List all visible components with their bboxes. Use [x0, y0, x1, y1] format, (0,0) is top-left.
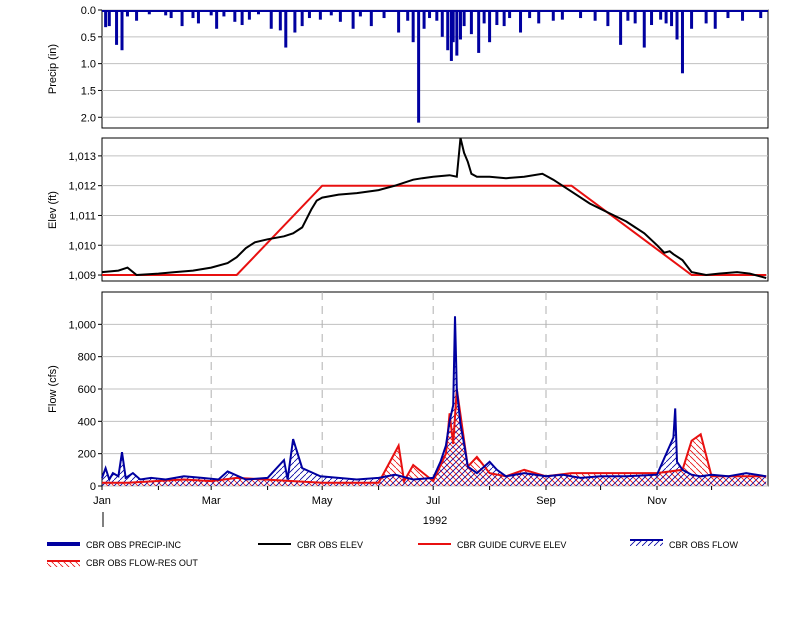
legend-item-flow: CBR OBS FLOW	[630, 539, 739, 550]
precip-bar	[417, 10, 421, 123]
precip-bar	[502, 10, 506, 27]
precip-tick-labels: 0.0 0.5 1.0 1.5 2.0	[81, 5, 102, 124]
precip-bar	[411, 10, 415, 43]
precip-bar	[451, 10, 455, 43]
precip-bar	[180, 10, 184, 27]
xtick-label: Sep	[536, 495, 556, 507]
year-label: 1992	[423, 515, 447, 527]
precip-bar	[462, 10, 466, 27]
precip-bar	[675, 10, 679, 40]
precip-bar	[196, 10, 200, 24]
precip-bar	[495, 10, 499, 26]
precip-ytick-label: 1.0	[81, 59, 96, 71]
precip-bar	[650, 10, 654, 26]
precip-bar	[293, 10, 297, 33]
precip-bar	[704, 10, 708, 24]
hydrograph-chart: 0.00.51.01.52.0 Precip (in) 1,0091,0101,…	[47, 5, 769, 568]
legend-label-precip: CBR OBS PRECIP-INC	[86, 540, 182, 550]
precip-bar	[455, 10, 459, 56]
precip-bar	[278, 10, 282, 31]
elev-ytick-label: 1,010	[68, 240, 96, 252]
legend: CBR OBS PRECIP-INC CBR OBS ELEV CBR GUID…	[47, 539, 739, 568]
precip-bar	[269, 10, 273, 29]
legend-item-guide: CBR GUIDE CURVE ELEV	[418, 540, 566, 550]
precip-bar	[537, 10, 541, 24]
flow-ytick-label: 800	[78, 352, 96, 364]
xtick-label: Jul	[426, 495, 440, 507]
legend-label-flow: CBR OBS FLOW	[669, 540, 739, 550]
precip-bar	[107, 10, 111, 27]
legend-item-precip: CBR OBS PRECIP-INC	[47, 540, 182, 550]
precip-bar	[215, 10, 219, 29]
elev-tick-labels: 1,009 1,010 1,011 1,012 1,013	[68, 151, 102, 282]
precip-bar	[633, 10, 637, 24]
precip-panel: 0.0 0.5 1.0 1.5 2.0 Precip (in)	[47, 5, 769, 129]
legend-label-elev: CBR OBS ELEV	[297, 540, 363, 550]
elev-panel: 1,009 1,010 1,011 1,012 1,013 Elev (ft)	[47, 137, 769, 282]
precip-bar	[422, 10, 426, 29]
elev-ytick-label: 1,009	[68, 270, 96, 282]
precip-bar	[351, 10, 355, 29]
precip-bar	[284, 10, 288, 48]
elev-ylabel: Elev (ft)	[47, 191, 59, 229]
xtick-label: Jan	[93, 495, 111, 507]
flow-ylabel: Flow (cfs)	[47, 365, 59, 413]
legend-label-guide: CBR GUIDE CURVE ELEV	[457, 540, 566, 550]
precip-bar	[369, 10, 373, 27]
precip-bar	[619, 10, 623, 45]
xtick-label: Mar	[202, 495, 221, 507]
precip-bar	[397, 10, 401, 33]
precip-ylabel: Precip (in)	[47, 44, 59, 94]
precip-bar	[670, 10, 674, 27]
flow-ytick-label: 1,000	[68, 319, 96, 331]
elev-ytick-label: 1,013	[68, 151, 96, 163]
xtick-label: Nov	[647, 495, 667, 507]
precip-ytick-label: 2.0	[81, 112, 96, 124]
precip-ytick-label: 1.5	[81, 85, 96, 97]
precip-bar	[519, 10, 523, 33]
legend-item-resout: CBR OBS FLOW-RES OUT	[47, 558, 198, 568]
precip-bar	[104, 10, 108, 28]
precip-bar	[240, 10, 244, 26]
precip-bar	[440, 10, 444, 37]
precip-ytick-label: 0.5	[81, 32, 96, 44]
precip-bar	[120, 10, 124, 51]
precip-bar	[664, 10, 668, 24]
flow-ytick-label: 600	[78, 384, 96, 396]
precip-bar	[477, 10, 481, 53]
xtick-label: May	[312, 495, 333, 507]
precip-bar	[469, 10, 473, 35]
precip-bar	[446, 10, 450, 51]
elev-panel-frame	[101, 137, 769, 282]
legend-item-elev: CBR OBS ELEV	[258, 540, 363, 550]
elev-ytick-label: 1,012	[68, 181, 96, 193]
flow-ytick-label: 0	[90, 481, 96, 493]
precip-bar	[300, 10, 304, 27]
precip-bar	[642, 10, 646, 48]
precip-bar	[482, 10, 486, 24]
flow-ytick-label: 400	[78, 416, 96, 428]
precip-bar	[606, 10, 610, 27]
precip-ytick-label: 0.0	[81, 5, 96, 17]
precip-bar	[488, 10, 492, 43]
precip-bar	[115, 10, 119, 45]
precip-bar	[690, 10, 694, 29]
precip-panel-frame	[101, 9, 769, 129]
flow-ytick-label: 200	[78, 449, 96, 461]
flow-panel: 0 200 400 600 800 1,000 Flow (cfs)	[47, 291, 769, 493]
precip-bar	[713, 10, 717, 29]
flow-tick-labels: 0 200 400 600 800 1,000	[68, 319, 102, 493]
x-axis: Jan Mar May Jul Sep Nov	[93, 486, 713, 507]
elev-ytick-label: 1,011	[69, 210, 96, 222]
precip-bar	[458, 10, 462, 40]
precip-bar	[680, 10, 684, 74]
legend-label-resout: CBR OBS FLOW-RES OUT	[86, 558, 198, 568]
